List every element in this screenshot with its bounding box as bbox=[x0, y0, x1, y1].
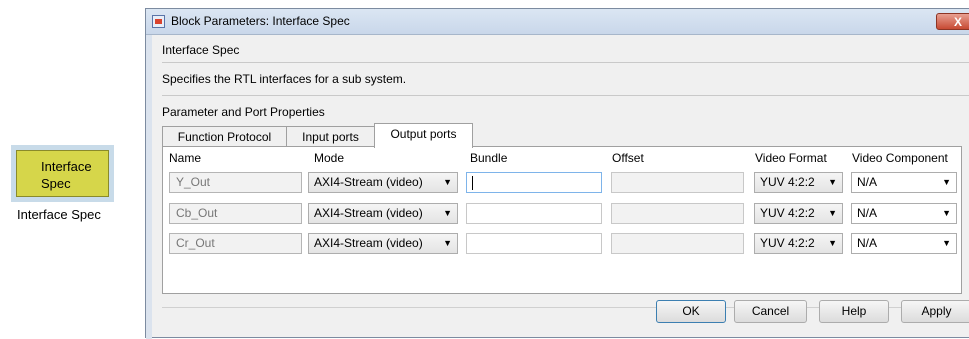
interface-spec-block[interactable]: Interface Spec bbox=[11, 145, 114, 202]
col-header-offset: Offset bbox=[612, 151, 644, 165]
video-format-dropdown[interactable]: YUV 4:2:2 ▼ bbox=[754, 203, 843, 224]
mode-value: AXI4-Stream (video) bbox=[314, 206, 423, 220]
offset-input bbox=[611, 172, 744, 193]
video-component-dropdown[interactable]: N/A ▼ bbox=[851, 233, 957, 254]
video-format-dropdown[interactable]: YUV 4:2:2 ▼ bbox=[754, 172, 843, 193]
mode-dropdown[interactable]: AXI4-Stream (video) ▼ bbox=[308, 172, 458, 193]
text-caret bbox=[472, 176, 473, 190]
video-component-value: N/A bbox=[857, 206, 878, 220]
apply-button[interactable]: Apply bbox=[901, 300, 969, 323]
video-format-value: YUV 4:2:2 bbox=[760, 175, 815, 189]
dropdown-arrow-icon: ▼ bbox=[443, 238, 452, 248]
video-format-dropdown[interactable]: YUV 4:2:2 ▼ bbox=[754, 233, 843, 254]
dropdown-arrow-icon: ▼ bbox=[443, 208, 452, 218]
mode-dropdown[interactable]: AXI4-Stream (video) ▼ bbox=[308, 203, 458, 224]
ok-button[interactable]: OK bbox=[656, 300, 726, 323]
offset-input bbox=[611, 203, 744, 224]
block-body: Interface Spec bbox=[16, 150, 109, 197]
params-title: Parameter and Port Properties bbox=[162, 105, 325, 119]
window-title: Block Parameters: Interface Spec bbox=[171, 14, 350, 28]
video-format-value: YUV 4:2:2 bbox=[760, 206, 815, 220]
dropdown-arrow-icon: ▼ bbox=[828, 177, 837, 187]
section-title: Interface Spec bbox=[162, 43, 240, 57]
offset-input bbox=[611, 233, 744, 254]
output-ports-panel: Name Mode Bundle Offset Video Format Vid… bbox=[162, 146, 962, 294]
bundle-input[interactable] bbox=[466, 172, 602, 193]
video-component-value: N/A bbox=[857, 236, 878, 250]
close-button[interactable]: X bbox=[936, 13, 969, 30]
block-label-line2: Spec bbox=[41, 176, 71, 191]
mode-dropdown[interactable]: AXI4-Stream (video) ▼ bbox=[308, 233, 458, 254]
block-label-line1: Interface bbox=[41, 159, 92, 174]
cancel-button[interactable]: Cancel bbox=[734, 300, 807, 323]
col-header-bundle: Bundle bbox=[470, 151, 508, 165]
video-format-value: YUV 4:2:2 bbox=[760, 236, 815, 250]
dialog-body: Interface Spec Specifies the RTL interfa… bbox=[146, 35, 969, 339]
help-button[interactable]: Help bbox=[819, 300, 889, 323]
port-name-field: Y_Out bbox=[169, 172, 302, 193]
col-header-video-component: Video Component bbox=[852, 151, 948, 165]
mode-value: AXI4-Stream (video) bbox=[314, 236, 423, 250]
divider bbox=[162, 62, 969, 63]
port-name-field: Cr_Out bbox=[169, 233, 302, 254]
bundle-input[interactable] bbox=[466, 203, 602, 224]
port-name-field: Cb_Out bbox=[169, 203, 302, 224]
dropdown-arrow-icon: ▼ bbox=[942, 177, 951, 187]
title-bar[interactable]: Block Parameters: Interface Spec X bbox=[146, 9, 969, 35]
video-component-dropdown[interactable]: N/A ▼ bbox=[851, 172, 957, 193]
dropdown-arrow-icon: ▼ bbox=[942, 238, 951, 248]
block-parameters-dialog: Block Parameters: Interface Spec X Inter… bbox=[145, 8, 969, 339]
tab-output-ports[interactable]: Output ports bbox=[374, 123, 473, 148]
video-component-value: N/A bbox=[857, 175, 878, 189]
description: Specifies the RTL interfaces for a sub s… bbox=[162, 72, 407, 86]
col-header-name: Name bbox=[169, 151, 202, 165]
col-header-video-format: Video Format bbox=[755, 151, 827, 165]
dropdown-arrow-icon: ▼ bbox=[828, 208, 837, 218]
divider bbox=[162, 95, 969, 96]
block-caption: Interface Spec bbox=[17, 207, 101, 222]
video-component-dropdown[interactable]: N/A ▼ bbox=[851, 203, 957, 224]
dropdown-arrow-icon: ▼ bbox=[942, 208, 951, 218]
dropdown-arrow-icon: ▼ bbox=[443, 177, 452, 187]
simulink-app-icon bbox=[152, 15, 165, 28]
mode-value: AXI4-Stream (video) bbox=[314, 175, 423, 189]
dropdown-arrow-icon: ▼ bbox=[828, 238, 837, 248]
tab-input-ports[interactable]: Input ports bbox=[286, 126, 375, 147]
col-header-mode: Mode bbox=[314, 151, 345, 165]
tab-function-protocol[interactable]: Function Protocol bbox=[162, 126, 287, 147]
bundle-input[interactable] bbox=[466, 233, 602, 254]
